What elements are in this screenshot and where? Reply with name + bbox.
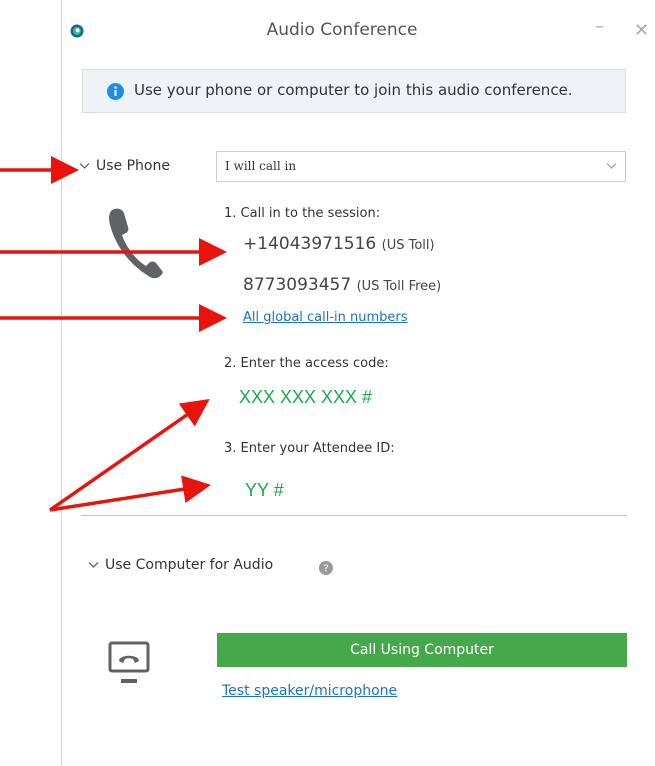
arrow-access-code <box>49 399 210 512</box>
arrow-attendee-id <box>49 475 211 512</box>
annotation-arrows <box>0 156 227 512</box>
